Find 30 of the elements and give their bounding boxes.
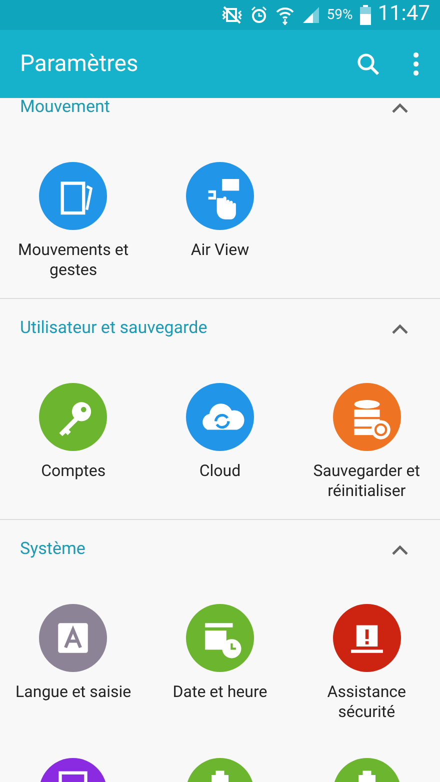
wifi-icon (274, 5, 295, 25)
screen-title: Paramètres (20, 48, 140, 79)
vibrate-off-icon (220, 6, 243, 24)
airview-icon[interactable] (186, 162, 254, 230)
setting-label[interactable]: Sauvegarder et réinitialiser (302, 461, 432, 501)
battery-icon (360, 5, 371, 25)
section-title: Système (20, 538, 86, 562)
collapse-button[interactable] (390, 101, 410, 115)
section-title: Mouvement (20, 96, 111, 120)
collapse-button[interactable] (390, 543, 410, 557)
motion-icon[interactable] (39, 162, 108, 230)
collapse-button[interactable] (390, 322, 410, 336)
setting-label[interactable]: Cloud (154, 461, 285, 481)
setting-label[interactable]: Langue et saisie (8, 682, 138, 702)
setting-label[interactable]: Comptes (8, 461, 138, 481)
backup-icon[interactable] (332, 383, 401, 451)
setting-label[interactable]: Assistance sécurité (302, 682, 432, 722)
section-title: Utilisateur et sauvegarde (20, 317, 208, 340)
key-icon[interactable] (39, 383, 108, 451)
battery-percent: 59% (326, 6, 353, 24)
clock-time: 11:47 (378, 1, 430, 28)
cloud-icon[interactable] (186, 383, 254, 451)
datetime-icon[interactable] (186, 604, 254, 672)
signal-icon (302, 6, 320, 24)
setting-label[interactable]: Air View (154, 240, 285, 260)
language-icon[interactable] (39, 604, 108, 672)
alert-icon[interactable] (332, 604, 401, 672)
setting-label[interactable]: Date et heure (154, 682, 285, 702)
alarm-icon (250, 6, 268, 24)
setting-label[interactable]: Mouvements et gestes (8, 240, 138, 280)
